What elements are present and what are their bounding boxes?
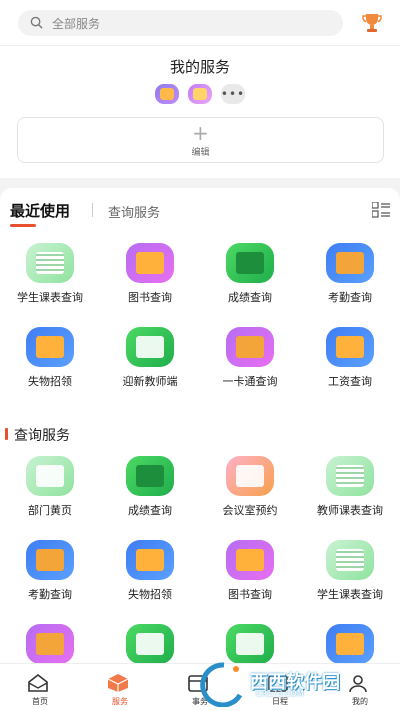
nav-label: 首页 (32, 697, 48, 706)
service-label: 图书查询 (128, 291, 172, 304)
graduate-icon (226, 624, 274, 663)
service-label: 失物招领 (128, 588, 172, 601)
service-label: 部门黄页 (28, 504, 72, 517)
service-item[interactable]: 成绩查询 (200, 243, 300, 327)
book-icon (126, 243, 174, 283)
service-label: 失物招领 (28, 375, 72, 388)
top-panel: 全部服务 我的服务 ••• + 编辑 (0, 0, 400, 178)
attendance-bag-icon (26, 540, 74, 580)
tab-indicator (10, 224, 36, 227)
service-item[interactable]: 教师课表查询 (300, 456, 400, 540)
my-services-title: 我的服务 (169, 58, 230, 76)
service-item[interactable] (0, 624, 100, 663)
services-panel: 最近使用 查询服务 学生课表查询 图书查询 成绩查询 考勤查询 失物招领 迎新教… (0, 188, 400, 663)
timetable-icon (326, 456, 374, 496)
section-title: 查询服务 (5, 425, 70, 445)
nav-home[interactable]: 首页 (0, 664, 80, 711)
home-icon (28, 673, 48, 692)
service-label: 成绩查询 (128, 504, 172, 517)
service-label: 学生课表查询 (317, 588, 383, 601)
grade-icon (126, 456, 174, 496)
attendance-bag-icon (326, 243, 374, 283)
nav-label: 服务 (112, 697, 128, 706)
nav-service[interactable]: 服务 (80, 664, 160, 711)
service-box-icon (107, 674, 129, 692)
service-label: 迎新教师端 (122, 375, 178, 388)
salary-icon (326, 327, 374, 367)
service-label: 会议室预约 (222, 504, 278, 517)
service-label: 一卡通查询 (222, 375, 278, 388)
edit-button[interactable]: + 编辑 (17, 117, 384, 163)
card-icon (26, 624, 74, 663)
query-services-grid: 部门黄页 成绩查询 会议室预约 教师课表查询 考勤查询 失物招领 图书查询 学生… (0, 456, 400, 663)
graduate-icon (126, 327, 174, 367)
service-item[interactable] (200, 624, 300, 663)
lost-found-icon (26, 327, 74, 367)
tab-recent[interactable]: 最近使用 (10, 200, 70, 221)
edit-label: 编辑 (191, 148, 210, 158)
service-item[interactable]: 失物招领 (0, 327, 100, 411)
service-item[interactable]: 图书查询 (200, 540, 300, 624)
divider (0, 45, 400, 46)
plus-icon: + (192, 121, 209, 145)
service-item[interactable]: 部门黄页 (0, 456, 100, 540)
grade-icon (226, 243, 274, 283)
trophy-icon[interactable] (360, 10, 384, 34)
service-label: 教师课表查询 (317, 504, 383, 517)
service-label: 考勤查询 (28, 588, 72, 601)
service-item[interactable]: 工资查询 (300, 327, 400, 411)
service-item[interactable]: 图书查询 (100, 243, 200, 327)
watermark-url: CR173.COM (256, 689, 304, 698)
meeting-room-icon (226, 456, 274, 496)
service-label: 成绩查询 (228, 291, 272, 304)
service-item[interactable]: 会议室预约 (200, 456, 300, 540)
pinned-service-icon[interactable] (155, 84, 179, 104)
service-item[interactable]: 考勤查询 (300, 243, 400, 327)
section-marker (5, 428, 8, 440)
service-item[interactable]: 失物招领 (100, 540, 200, 624)
list-view-icon[interactable] (372, 202, 390, 218)
search-placeholder: 全部服务 (52, 17, 101, 31)
pinned-service-icon[interactable] (188, 84, 212, 104)
yellow-pages-icon (26, 456, 74, 496)
service-item[interactable]: 学生课表查询 (300, 540, 400, 624)
service-item[interactable]: 成绩查询 (100, 456, 200, 540)
service-item[interactable]: 考勤查询 (0, 540, 100, 624)
pinned-services: ••• (155, 84, 245, 104)
recent-services-grid: 学生课表查询 图书查询 成绩查询 考勤查询 失物招领 迎新教师端 一卡通查询 工… (0, 243, 400, 411)
service-label: 考勤查询 (328, 291, 372, 304)
section-title-text: 查询服务 (14, 428, 70, 444)
more-icon[interactable]: ••• (221, 84, 245, 104)
service-item[interactable]: 迎新教师端 (100, 327, 200, 411)
search-icon (30, 16, 43, 29)
service-item[interactable]: 学生课表查询 (0, 243, 100, 327)
service-item[interactable]: 一卡通查询 (200, 327, 300, 411)
book-icon (226, 540, 274, 580)
timetable-icon (26, 243, 74, 283)
service-item[interactable] (100, 624, 200, 663)
graduate-icon (126, 624, 174, 663)
tab-separator (92, 203, 93, 217)
service-item[interactable] (300, 624, 400, 663)
card-icon (226, 327, 274, 367)
search-bar[interactable]: 全部服务 (18, 10, 343, 36)
service-label: 学生课表查询 (17, 291, 83, 304)
salary-icon (326, 624, 374, 663)
tab-query[interactable]: 查询服务 (108, 202, 160, 221)
service-label: 工资查询 (328, 375, 372, 388)
service-label: 图书查询 (228, 588, 272, 601)
timetable-icon (326, 540, 374, 580)
lost-found-icon (126, 540, 174, 580)
